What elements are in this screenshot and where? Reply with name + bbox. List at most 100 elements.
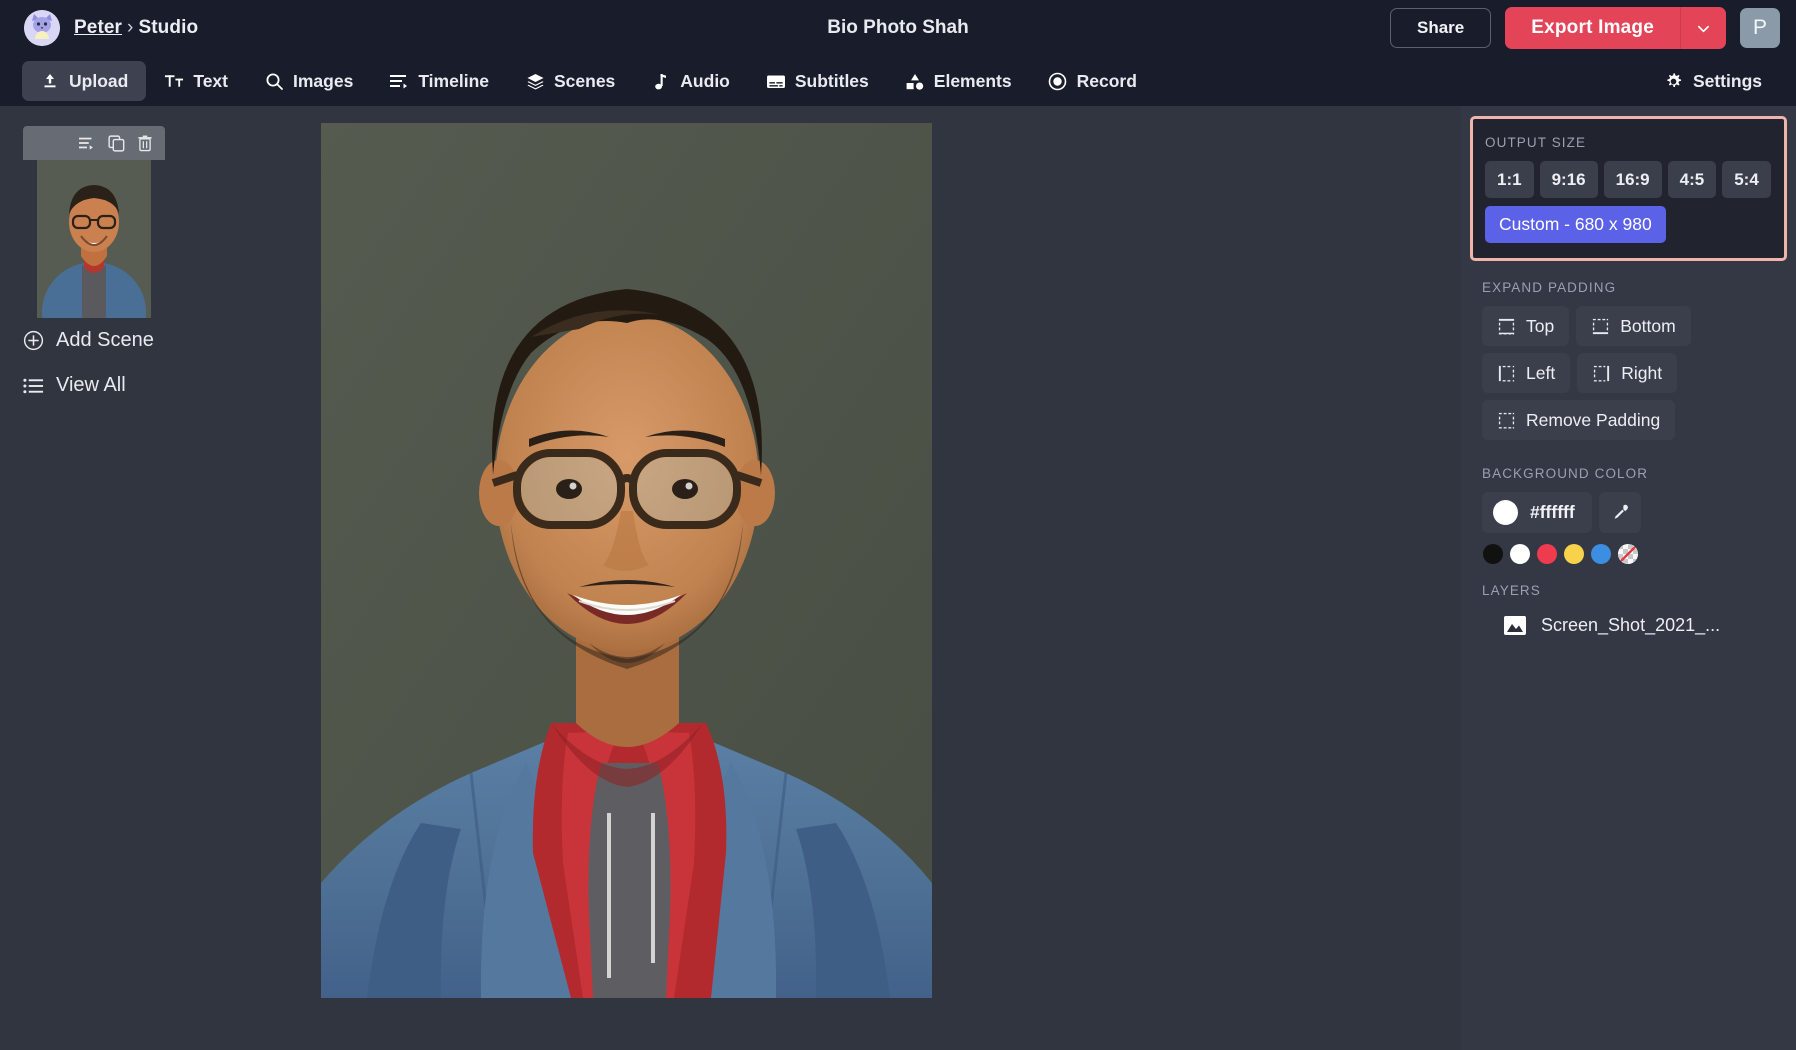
pad-right-label: Right: [1621, 362, 1663, 383]
export-image-button[interactable]: Export Image: [1505, 7, 1680, 49]
tab-upload[interactable]: Upload: [22, 61, 147, 101]
output-size-label: OUTPUT SIZE: [1485, 135, 1587, 150]
ratio-1-1-button[interactable]: 1:1: [1485, 161, 1534, 198]
brand-area: Peter › Studio: [24, 10, 198, 46]
tab-text[interactable]: Text: [146, 61, 246, 101]
scene-card: [23, 126, 165, 318]
tab-settings[interactable]: Settings: [1646, 61, 1780, 101]
breadcrumb-section[interactable]: Studio: [138, 17, 198, 38]
chevron-down-icon: [1696, 21, 1711, 36]
add-scene-label: Add Scene: [56, 329, 154, 351]
text-icon: [164, 71, 184, 91]
list-icon: [23, 377, 44, 395]
layer-item-name: Screen_Shot_2021_...: [1541, 615, 1721, 635]
pad-left-label: Left: [1526, 362, 1556, 383]
tab-timeline-label: Timeline: [418, 70, 489, 91]
scene-delete-icon[interactable]: [137, 135, 153, 152]
studio-app: Peter › Studio Bio Photo Shah Share Export…: [0, 0, 1796, 1050]
view-all-button[interactable]: View All: [0, 363, 253, 408]
pad-right-icon: [1592, 364, 1611, 383]
output-size-section: OUTPUT SIZE 1:1 9:16 16:9 4:5 5:4 Custom…: [1470, 116, 1787, 261]
layers-label: LAYERS: [1482, 583, 1541, 598]
background-color-label: BACKGROUND COLOR: [1482, 466, 1649, 481]
pad-top-button[interactable]: Top: [1482, 306, 1570, 346]
breadcrumb: Peter › Studio: [74, 17, 198, 39]
tab-text-label: Text: [193, 70, 228, 91]
share-button[interactable]: Share: [1389, 8, 1492, 48]
image-icon: [1504, 616, 1526, 635]
upload-icon: [40, 71, 60, 91]
swatch-black[interactable]: [1483, 544, 1503, 564]
padding-row-1: Top Bottom: [1461, 306, 1796, 353]
ratio-16-9-button[interactable]: 16:9: [1603, 161, 1662, 198]
layers-icon: [525, 71, 545, 91]
scenes-sidebar: Add Scene View All: [0, 106, 253, 1050]
expand-padding-section: EXPAND PADDING Top Bottom Left Right Rem…: [1461, 261, 1796, 447]
canvas-area[interactable]: [253, 106, 1461, 1050]
export-button-group: Export Image: [1505, 7, 1726, 49]
tab-scenes-label: Scenes: [554, 70, 616, 91]
remove-padding-label: Remove Padding: [1526, 409, 1661, 430]
pad-bottom-icon: [1591, 317, 1610, 336]
tab-subtitles[interactable]: Subtitles: [748, 61, 887, 101]
music-note-icon: [651, 71, 671, 91]
tab-timeline[interactable]: Timeline: [371, 61, 507, 101]
top-bar-actions: Share Export Image P: [1389, 7, 1780, 49]
scene-timeline-icon[interactable]: [78, 135, 96, 151]
background-color-field[interactable]: #ffffff: [1482, 492, 1592, 533]
ratio-4-5-button[interactable]: 4:5: [1667, 161, 1717, 198]
tab-elements[interactable]: Elements: [887, 61, 1030, 101]
pad-bottom-button[interactable]: Bottom: [1576, 306, 1691, 346]
main-body: Add Scene View All OUTPUT SIZE 1:1 9:16 …: [0, 106, 1796, 1050]
add-scene-button[interactable]: Add Scene: [0, 318, 253, 363]
tab-images-label: Images: [293, 70, 354, 91]
custom-size-button[interactable]: Custom - 680 x 980: [1485, 206, 1666, 243]
tab-bar: Upload Text Images Timeline Scenes Audio…: [0, 56, 1796, 106]
record-icon: [1048, 71, 1068, 91]
background-color-section: BACKGROUND COLOR #ffffff: [1461, 447, 1796, 564]
pad-left-button[interactable]: Left: [1482, 353, 1571, 393]
scene-thumbnail[interactable]: [37, 160, 151, 318]
scene-duplicate-icon[interactable]: [108, 134, 125, 152]
tab-audio-label: Audio: [680, 70, 730, 91]
swatch-white[interactable]: [1510, 544, 1530, 564]
swatch-blue[interactable]: [1591, 544, 1611, 564]
tab-settings-label: Settings: [1692, 70, 1762, 91]
current-color-swatch: [1493, 500, 1518, 525]
pad-right-button[interactable]: Right: [1577, 353, 1678, 393]
aspect-ratio-row: 1:1 9:16 16:9 4:5 5:4: [1473, 161, 1784, 198]
cat-avatar-icon[interactable]: [24, 10, 60, 46]
ratio-9-16-button[interactable]: 9:16: [1539, 161, 1598, 198]
tab-elements-label: Elements: [933, 70, 1012, 91]
tab-images[interactable]: Images: [246, 61, 371, 101]
tab-record[interactable]: Record: [1030, 61, 1155, 101]
eyedropper-icon: [1610, 503, 1630, 523]
pad-bottom-label: Bottom: [1620, 315, 1676, 336]
export-options-button[interactable]: [1680, 7, 1726, 49]
breadcrumb-user[interactable]: Peter: [74, 17, 122, 38]
swatch-red[interactable]: [1537, 544, 1557, 564]
remove-padding-button[interactable]: Remove Padding: [1482, 400, 1676, 440]
tab-record-label: Record: [1076, 70, 1137, 91]
pad-left-icon: [1497, 364, 1516, 383]
swatch-yellow[interactable]: [1564, 544, 1584, 564]
ratio-5-4-button[interactable]: 5:4: [1722, 161, 1771, 198]
swatch-transparent[interactable]: [1618, 544, 1638, 564]
tab-audio[interactable]: Audio: [633, 61, 748, 101]
shapes-icon: [905, 71, 925, 91]
expand-padding-label: EXPAND PADDING: [1482, 280, 1617, 295]
tab-scenes[interactable]: Scenes: [507, 61, 633, 101]
scene-toolbar: [23, 126, 165, 160]
layers-section: LAYERS Screen_Shot_2021_...: [1461, 564, 1796, 636]
layer-item[interactable]: Screen_Shot_2021_...: [1461, 609, 1796, 636]
color-row: #ffffff: [1461, 492, 1796, 533]
tab-subtitles-label: Subtitles: [794, 70, 869, 91]
canvas-photo[interactable]: [321, 123, 932, 998]
tab-upload-label: Upload: [69, 70, 129, 91]
breadcrumb-separator: ›: [127, 17, 134, 38]
pad-remove-icon: [1497, 411, 1516, 430]
eyedropper-button[interactable]: [1598, 492, 1641, 533]
profile-avatar-button[interactable]: P: [1740, 8, 1780, 48]
view-all-label: View All: [56, 374, 126, 396]
padding-row-3: Remove Padding: [1461, 400, 1796, 447]
